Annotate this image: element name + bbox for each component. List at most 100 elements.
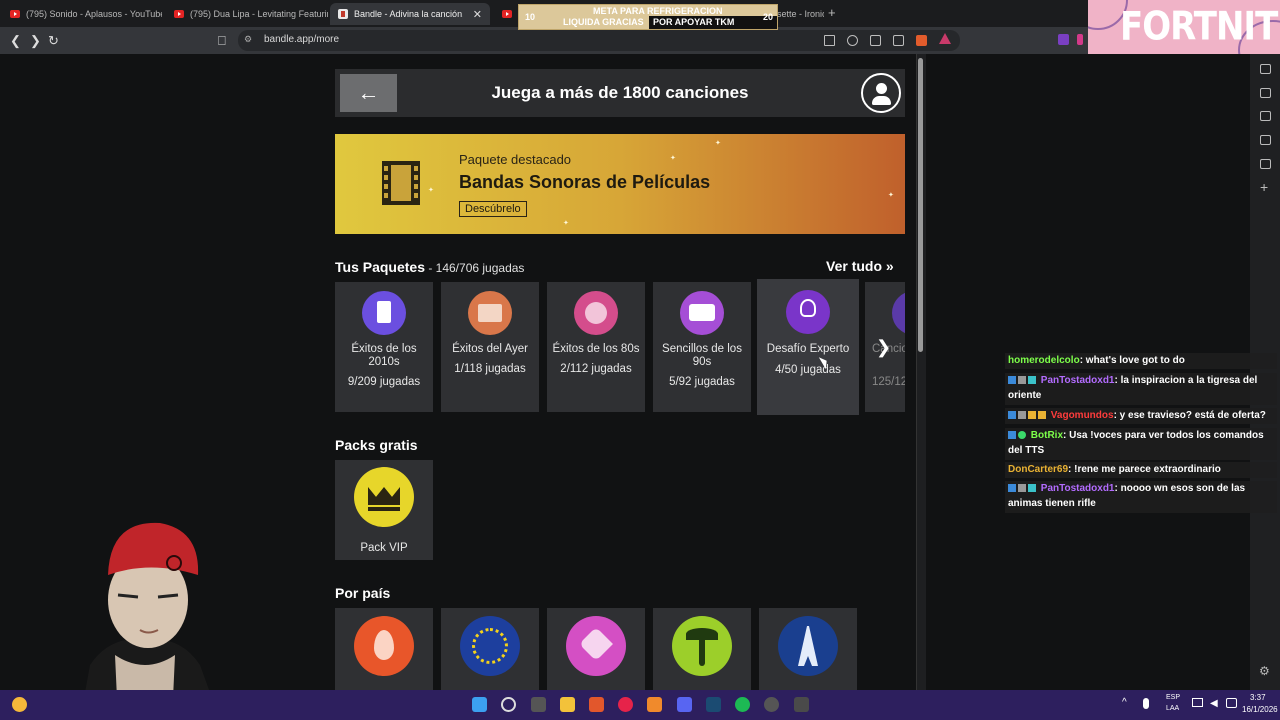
pack-played: 9/209 jugadas — [347, 376, 421, 388]
pack-name: Sencillos de los 90s — [662, 343, 742, 368]
address-bar[interactable]: ⚙ bandle.app/more — [238, 30, 960, 51]
country-pack[interactable] — [441, 608, 539, 690]
free-packs-title: Packs gratis — [335, 437, 418, 453]
chat-user: PanTostadoxd1 — [1040, 483, 1115, 494]
goal-line-1: META PARA REFRIGERACION — [593, 6, 723, 16]
chat-message: Vagomundos: y ese travieso? está de ofer… — [1005, 408, 1277, 424]
brave-icon[interactable] — [589, 697, 604, 712]
pack-played: 4/50 jugadas — [775, 364, 841, 376]
cast-icon[interactable] — [870, 35, 881, 46]
discover-button[interactable]: Descúbrelo — [459, 201, 527, 217]
discord-icon[interactable] — [677, 697, 692, 712]
windows-start-icon[interactable] — [472, 697, 487, 712]
sidebar-add-icon[interactable]: + — [1260, 179, 1268, 195]
volume-icon[interactable]: ◀ — [1210, 698, 1218, 709]
extension-icon[interactable] — [1077, 34, 1083, 45]
country-pack[interactable] — [335, 608, 433, 690]
microphone-icon[interactable] — [1143, 698, 1149, 709]
close-tab-icon[interactable]: ✕ — [473, 8, 482, 21]
radio-icon — [468, 291, 512, 335]
eiffel-tower-icon — [778, 616, 838, 676]
page-title: Juega a más de 1800 canciones — [491, 83, 749, 102]
pack-name: Pack VIP — [360, 542, 408, 554]
sidebar-settings-icon[interactable]: ⚙ — [1259, 664, 1270, 678]
eu-flag-icon — [460, 616, 520, 676]
chat-text: : y ese travieso? está de oferta? — [1113, 410, 1266, 421]
badge-icon — [1038, 411, 1046, 420]
forward-icon[interactable]: ❯ — [30, 33, 41, 49]
back-icon[interactable]: ❮ — [10, 33, 21, 49]
app-icon[interactable] — [647, 697, 662, 712]
translate-icon[interactable] — [824, 35, 835, 46]
badge-icon — [1018, 484, 1026, 493]
your-packs-count: - 146/706 jugadas — [425, 261, 525, 275]
country-pack[interactable] — [653, 608, 751, 690]
sidebar-wallet-icon[interactable] — [1260, 111, 1271, 121]
language-code[interactable]: ESP — [1166, 694, 1180, 701]
sparkle-icon: ✦ — [428, 187, 434, 194]
pack-card[interactable]: Éxitos de los 2010s 9/209 jugadas — [335, 282, 433, 412]
featured-pack-banner[interactable]: Paquete destacado Bandas Sonoras de Pelí… — [335, 134, 905, 234]
badge-icon — [1028, 376, 1036, 385]
chat-message: PanTostadoxd1: noooo wn esos son de las … — [1005, 481, 1277, 513]
palm-tree-icon — [672, 616, 732, 676]
brave-rewards-icon[interactable] — [939, 33, 951, 44]
badge-icon — [1028, 484, 1036, 493]
pack-card[interactable]: Éxitos del Ayer 1/118 jugadas — [441, 282, 539, 412]
app-icon[interactable] — [794, 697, 809, 712]
tab-youtube-aplausos[interactable]: (795) Sonido - Aplausos - YouTube — [2, 3, 162, 25]
country-pack[interactable] — [759, 608, 857, 690]
site-info-icon[interactable]: ⚙ — [244, 34, 252, 45]
task-view-icon[interactable] — [531, 697, 546, 712]
carousel-next-icon[interactable]: ❯ — [876, 337, 891, 358]
weather-icon[interactable] — [12, 697, 27, 712]
tab-bandle[interactable]: Bandle - Adivina la canción, un ju ✕ — [330, 3, 490, 25]
language-region[interactable]: LAA — [1166, 705, 1179, 712]
search-icon[interactable] — [501, 697, 516, 712]
steam-icon[interactable] — [706, 697, 721, 712]
obs-icon[interactable] — [764, 697, 779, 712]
reload-icon[interactable]: ↻ — [48, 33, 59, 49]
country-pack[interactable] — [547, 608, 645, 690]
pack-played: 2/112 jugadas — [560, 363, 632, 375]
brave-shield-icon[interactable] — [916, 35, 927, 46]
badge-icon — [1018, 376, 1026, 385]
new-tab-icon[interactable]: + — [828, 5, 836, 20]
tab-youtube-levitating[interactable]: (795) Dua Lipa - Levitating Featuring — [166, 3, 328, 25]
fortnite-overlay: FORTNITE — [1088, 0, 1280, 54]
battery-icon[interactable] — [1226, 698, 1237, 708]
your-packs-heading: Tus Paquetes - 146/706 jugadas — [335, 259, 524, 275]
pack-card[interactable]: Éxitos de los 80s 2/112 jugadas — [547, 282, 645, 412]
extension-icon[interactable] — [1058, 34, 1069, 45]
user-profile-button[interactable] — [861, 73, 901, 113]
sidebar-reading-icon[interactable] — [1260, 88, 1271, 98]
chat-message: BotRix: Usa !voces para ver todos los co… — [1005, 428, 1277, 460]
goal-line-2: LIQUIDA GRACIAS — [563, 17, 644, 27]
chat-user: PanTostadoxd1 — [1040, 375, 1115, 386]
media-player-icon[interactable] — [618, 697, 633, 712]
tray-chevron-icon[interactable]: ^ — [1122, 697, 1127, 708]
network-icon[interactable] — [1192, 698, 1203, 707]
windows-taskbar: ^ ESP LAA ◀ 3:37 16/1/2026 — [0, 690, 1280, 720]
sidebar-reading-list-icon[interactable] — [1260, 159, 1271, 169]
tab-label: (795) Sonido - Aplausos - YouTube — [26, 9, 162, 19]
file-explorer-icon[interactable] — [560, 697, 575, 712]
chat-user: DonCarter69 — [1008, 464, 1069, 475]
sidebar-leo-icon[interactable] — [1260, 64, 1271, 74]
pack-card-vip[interactable]: Pack VIP — [335, 460, 433, 560]
scrollbar-thumb[interactable] — [918, 58, 923, 352]
bookmark-icon[interactable]: ⎕ — [218, 33, 226, 49]
chat-text: : !rene me parece extraordinario — [1068, 464, 1221, 475]
zoom-icon[interactable] — [847, 35, 858, 46]
pack-card-hovered[interactable]: Desafío Experto 4/50 jugadas — [757, 279, 859, 415]
pack-card[interactable]: Sencillos de los 90s 5/92 jugadas — [653, 282, 751, 412]
pack-played: 125/12 — [872, 376, 905, 388]
clock-date[interactable]: 16/1/2026 — [1242, 705, 1278, 714]
see-all-link[interactable]: Ver tudo » — [826, 258, 894, 274]
partial-icon — [892, 291, 905, 335]
share-icon[interactable] — [893, 35, 904, 46]
sidebar-bookmarks-icon[interactable] — [1260, 135, 1271, 145]
sparkle-icon: ✦ — [563, 220, 569, 227]
clock-time[interactable]: 3:37 — [1250, 693, 1266, 702]
spotify-icon[interactable] — [735, 697, 750, 712]
